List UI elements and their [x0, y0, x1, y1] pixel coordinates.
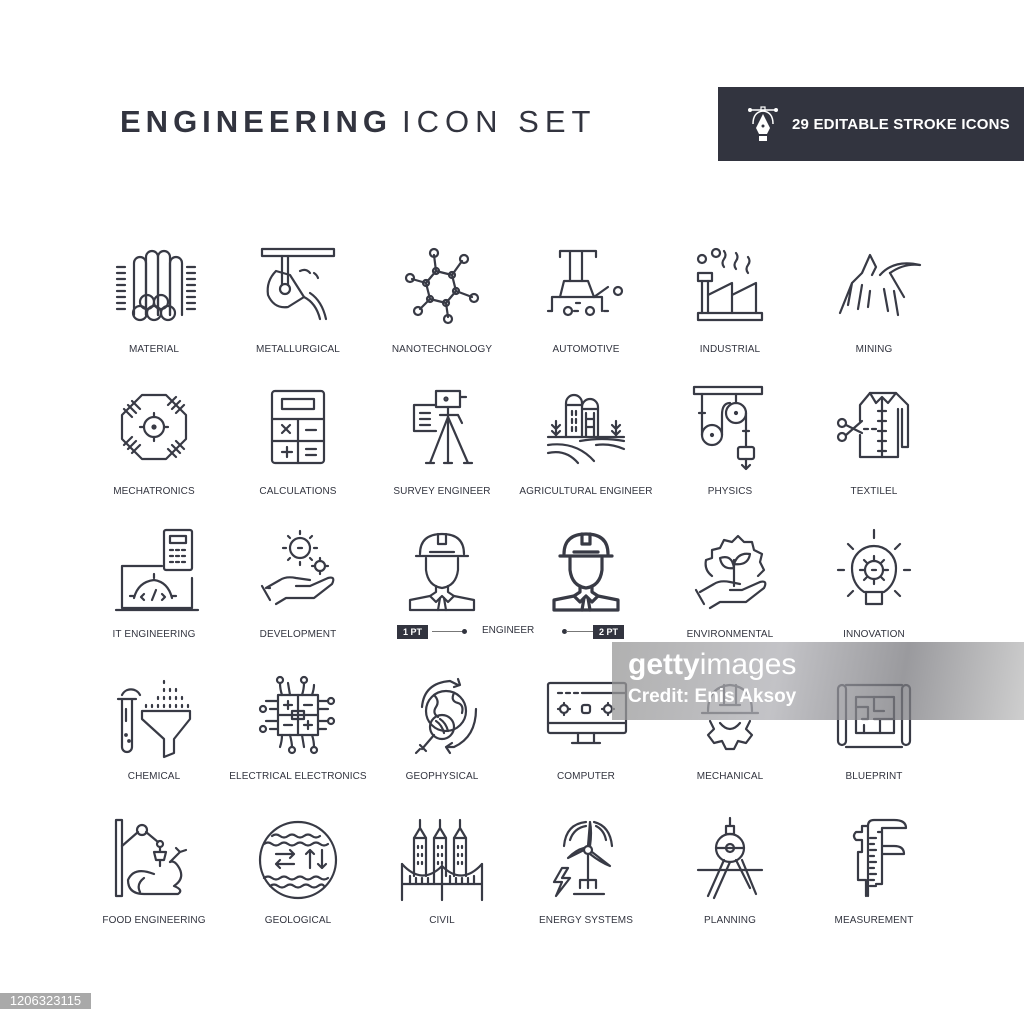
connector-line [566, 631, 594, 632]
icon-tile-automotive: AUTOMOTIVE [514, 245, 658, 375]
icon-tile-geological: GEOLOGICAL [226, 818, 370, 948]
icon-tile-innovation: INNOVATION [802, 528, 946, 660]
laptop-code-icon [114, 528, 200, 612]
icon-tile-material: MATERIAL [82, 245, 226, 375]
connector-dot [462, 629, 467, 634]
icon-tile-industrial: INDUSTRIAL [658, 245, 802, 375]
icon-tile-metallurgical: METALLURGICAL [226, 245, 370, 375]
icon-tile-food-engineering: FOOD ENGINEERING [82, 818, 226, 948]
icon-tile-mechatronics: MECHATRONICS [82, 387, 226, 517]
pulley-icon [692, 385, 764, 471]
engineer-bold-icon [552, 532, 620, 612]
circuit-octagon-icon [120, 393, 188, 461]
engineer-thin-icon [408, 532, 476, 612]
wind-turbine-icon [552, 820, 614, 898]
icon-tile-energy-systems: ENERGY SYSTEMS [514, 818, 658, 948]
icon-tile-electrical-electronics: ELECTRICAL ELECTRONICS [226, 675, 370, 805]
connector-line [432, 631, 464, 632]
molecule-icon [404, 247, 480, 325]
watermark-brand: gettyimages [628, 648, 796, 682]
icon-tile-engineer-bold [514, 530, 658, 660]
watermark-overlay: gettyimages Credit: Enis Aksoy [612, 642, 1024, 720]
icon-tile-measurement: MEASUREMENT [802, 818, 946, 948]
icon-label: DEVELOPMENT [259, 629, 337, 640]
pickaxe-mountain-icon [838, 253, 922, 317]
stroke-1pt-badge: 1 PT [397, 625, 429, 639]
lightbulb-gear-icon [836, 528, 912, 606]
icon-label: TEXTILEL [850, 486, 898, 497]
icon-tile-geophysical: GEOPHYSICAL [370, 675, 514, 805]
factory-icon [696, 247, 764, 322]
ladle-icon [260, 247, 336, 321]
farm-silo-icon [546, 393, 626, 465]
icon-label: BLUEPRINT [845, 771, 903, 782]
brand-bold: getty [628, 648, 700, 681]
icon-tile-planning: PLANNING [658, 816, 802, 948]
hand-plant-gear-icon [694, 534, 767, 610]
stroke-2pt-badge: 2 PT [593, 625, 625, 639]
icon-tile-civil: CIVIL [370, 818, 514, 948]
pen-tool-icon [748, 106, 778, 141]
hand-gears-icon [260, 529, 335, 606]
chip-icon [258, 675, 336, 755]
brand-light: images [699, 648, 797, 681]
icon-tile-development: DEVELOPMENT [226, 529, 370, 660]
icon-tile-agricultural-engineer: AGRICULTURAL ENGINEER [514, 387, 658, 517]
icon-tile-it-engineering: IT ENGINEERING [82, 528, 226, 660]
engineer-label: ENGINEER [482, 625, 535, 636]
badge-text: 29 EDITABLE STROKE ICONS [792, 115, 1010, 133]
globe-magnifier-icon [414, 677, 478, 755]
pipes-icon [115, 249, 197, 322]
towers-bridge-icon [400, 818, 484, 902]
robot-arm-chicken-icon [114, 818, 188, 898]
calculator-icon [270, 389, 326, 465]
icon-tile-engineer-thin [370, 530, 514, 660]
title-bold: ENGINEERING [120, 104, 393, 139]
icon-tile-survey-engineer: SURVEY ENGINEER [370, 387, 514, 517]
stroke-icons-badge: 29 EDITABLE STROKE ICONS [718, 87, 1024, 161]
earth-layers-icon [258, 820, 338, 900]
page-title: ENGINEERING ICON SET [120, 104, 596, 140]
watermark-credit: Credit: Enis Aksoy [628, 686, 796, 708]
title-light: ICON SET [402, 104, 597, 139]
icon-label: MEASUREMENT [834, 915, 914, 926]
icon-tile-chemical: CHEMICAL [82, 675, 226, 805]
test-tube-funnel-icon [116, 679, 192, 759]
car-lift-icon [546, 249, 624, 317]
icon-tile-nanotechnology: NANOTECHNOLOGY [370, 245, 514, 375]
compass-icon [696, 816, 764, 900]
icon-tile-environmental: ENVIRONMENTAL [658, 530, 802, 660]
caliper-icon [852, 818, 908, 898]
survey-tripod-icon [412, 389, 474, 465]
icon-tile-textilel: TEXTILEL [802, 387, 946, 517]
icon-tile-physics: PHYSICS [658, 385, 802, 517]
icon-tile-mining: MINING [802, 245, 946, 375]
credit-prefix: Credit: [628, 686, 690, 707]
image-id-tag: 1206323115 [0, 993, 91, 1009]
icon-label: MINING [855, 344, 893, 355]
credit-name: Enis Aksoy [694, 686, 797, 707]
shirt-scissors-icon [836, 391, 910, 459]
icon-label: INNOVATION [843, 629, 905, 640]
icon-tile-calculations: CALCULATIONS [226, 387, 370, 517]
